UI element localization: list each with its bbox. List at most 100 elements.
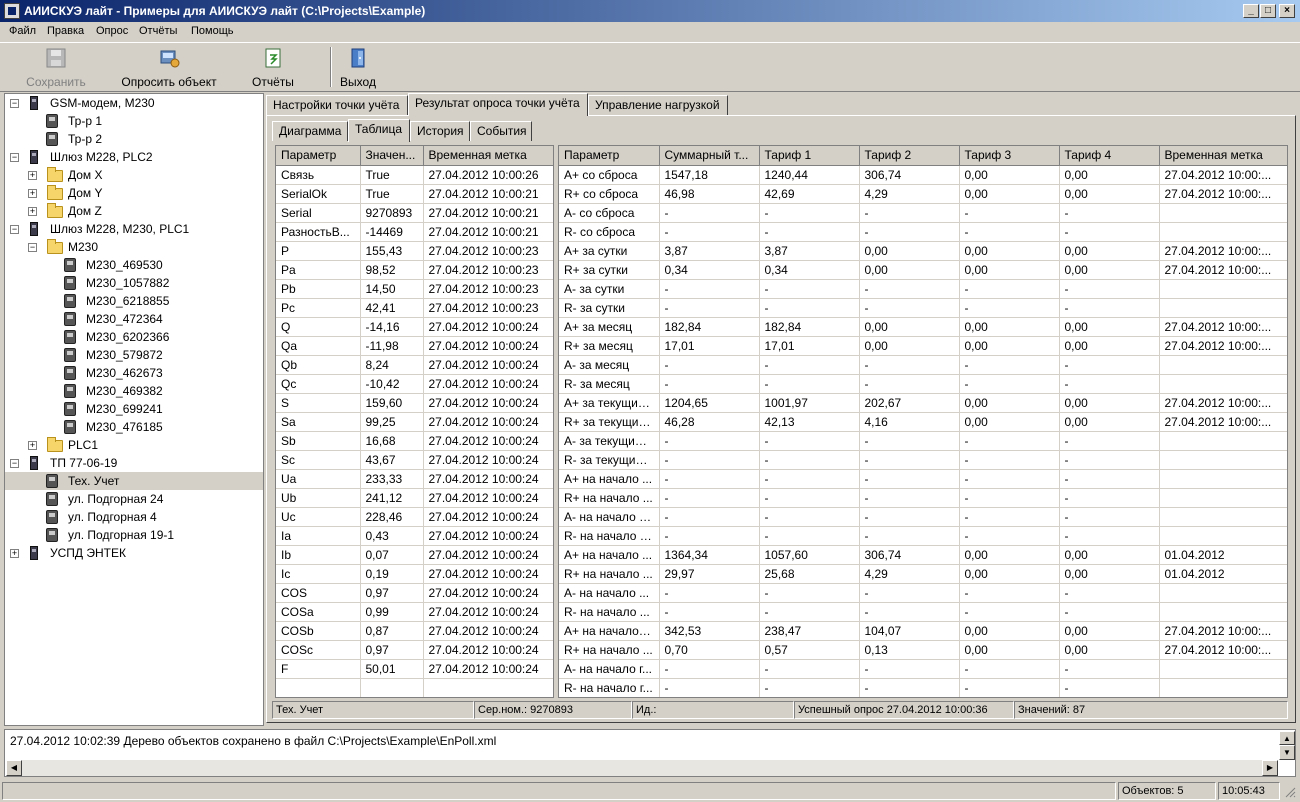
table-row[interactable]: COSc 0,97 27.04.2012 10:00:24 (276, 640, 553, 660)
table-row[interactable]: A+ на начало ... 1364,34 1057,60 306,74 0,00… (559, 545, 1287, 565)
table-row[interactable]: R- со сброса - - - - - (559, 222, 1287, 242)
table-row[interactable]: Serial 9270893 27.04.2012 10:00:21 (276, 203, 553, 223)
maximize-button[interactable]: □ (1260, 4, 1276, 18)
menu-file[interactable]: Файл (9, 25, 36, 37)
tree-node-house-z[interactable]: + Дом Z (5, 202, 263, 220)
tree-node-meter[interactable]: ул. Подгорная 24 (5, 490, 263, 508)
table-row[interactable] (276, 678, 553, 697)
right-column-header[interactable]: Тариф 2 (859, 146, 960, 166)
table-row[interactable]: Qb 8,24 27.04.2012 10:00:24 (276, 355, 553, 375)
tree-node-meter[interactable]: ул. Подгорная 4 (5, 508, 263, 526)
close-button[interactable]: × (1279, 4, 1295, 18)
collapse-icon[interactable]: − (28, 243, 37, 252)
tree-node-meter[interactable]: M230_469382 (5, 382, 263, 400)
tree-node-meter[interactable]: M230_6202366 (5, 328, 263, 346)
table-row[interactable]: Uc 228,46 27.04.2012 10:00:24 (276, 507, 553, 527)
left-column-header[interactable]: Параметр (276, 146, 361, 166)
table-row[interactable]: COSb 0,87 27.04.2012 10:00:24 (276, 621, 553, 641)
menu-reports[interactable]: Отчёты (139, 25, 177, 37)
table-row[interactable]: F 50,01 27.04.2012 10:00:24 (276, 659, 553, 679)
tab-diagram[interactable]: Диаграмма (272, 121, 348, 141)
scroll-right-icon[interactable]: ▶ (1262, 760, 1278, 776)
table-row[interactable]: COSa 0,99 27.04.2012 10:00:24 (276, 602, 553, 622)
menu-poll[interactable]: Опрос (96, 25, 128, 37)
minimize-button[interactable]: _ (1243, 4, 1259, 18)
tree-node-gateway-plc2[interactable]: − Шлюз M228, PLC2 (5, 148, 263, 166)
table-row[interactable]: R- за месяц - - - - - (559, 374, 1287, 394)
collapse-icon[interactable]: − (10, 225, 19, 234)
table-row[interactable]: R+ со сброса 46,98 42,69 4,29 0,00 0,00 27.04.… (559, 184, 1287, 204)
table-row[interactable]: SerialOk True 27.04.2012 10:00:21 (276, 184, 553, 204)
resize-grip-icon[interactable] (1284, 786, 1296, 798)
tree-node-transformer-2[interactable]: Тр-р 2 (5, 130, 263, 148)
table-row[interactable]: R+ за месяц 17,01 17,01 0,00 0,00 0,00 27.04.2… (559, 336, 1287, 356)
table-row[interactable]: Sb 16,68 27.04.2012 10:00:24 (276, 431, 553, 451)
exit-button[interactable]: Выход (336, 45, 380, 89)
table-row[interactable]: A- за текущий г... - - - - - (559, 431, 1287, 451)
tree-node-meter[interactable]: M230_699241 (5, 400, 263, 418)
save-button[interactable]: Сохранить (20, 45, 92, 89)
tree-node-tech-accounting[interactable]: Тех. Учет (5, 472, 263, 490)
tree-node-gateway-plc1[interactable]: − Шлюз M228, M230, PLC1 (5, 220, 263, 238)
tab-poll-result[interactable]: Результат опроса точки учёта (408, 93, 588, 116)
expand-icon[interactable]: + (28, 441, 37, 450)
tree-node-meter[interactable]: M230_476185 (5, 418, 263, 436)
table-row[interactable]: РазностьВ... -14469 27.04.2012 10:00:21 (276, 222, 553, 242)
table-row[interactable]: A- со сброса - - - - - (559, 203, 1287, 223)
table-row[interactable]: S 159,60 27.04.2012 10:00:24 (276, 393, 553, 413)
table-row[interactable]: Ic 0,19 27.04.2012 10:00:24 (276, 564, 553, 584)
collapse-icon[interactable]: − (10, 99, 19, 108)
tab-history[interactable]: История (410, 121, 470, 141)
scroll-down-icon[interactable]: ▼ (1279, 745, 1295, 760)
tree-node-meter[interactable]: M230_6218855 (5, 292, 263, 310)
tab-load-control[interactable]: Управление нагрузкой (588, 95, 728, 115)
table-row[interactable]: R+ на начало ... 0,70 0,57 0,13 0,00 0,00 27.0… (559, 640, 1287, 660)
log-vertical-scrollbar[interactable]: ▲ ▼ (1279, 731, 1295, 760)
collapse-icon[interactable]: − (10, 153, 19, 162)
table-row[interactable]: R+ на начало ... 29,97 25,68 4,29 0,00 0,00 01… (559, 564, 1287, 584)
table-row[interactable]: R- на начало с... - - - - - (559, 526, 1287, 546)
collapse-icon[interactable]: − (10, 459, 19, 468)
menu-edit[interactable]: Правка (47, 25, 84, 37)
table-row[interactable]: R- на начало г... - - - - - (559, 678, 1287, 697)
table-row[interactable]: A- за месяц - - - - - (559, 355, 1287, 375)
tab-table[interactable]: Таблица (348, 119, 410, 142)
right-column-header[interactable]: Суммарный т... (659, 146, 760, 166)
table-row[interactable]: Ib 0,07 27.04.2012 10:00:24 (276, 545, 553, 565)
table-row[interactable]: R- за сутки - - - - - (559, 298, 1287, 318)
table-row[interactable]: Ub 241,12 27.04.2012 10:00:24 (276, 488, 553, 508)
table-row[interactable]: Qc -10,42 27.04.2012 10:00:24 (276, 374, 553, 394)
table-row[interactable]: Pa 98,52 27.04.2012 10:00:23 (276, 260, 553, 280)
table-row[interactable]: R+ за текущий ... 46,28 42,13 4,16 0,00 0,00 2… (559, 412, 1287, 432)
tree-node-meter[interactable]: M230_462673 (5, 364, 263, 382)
expand-icon[interactable]: + (10, 549, 19, 558)
table-row[interactable]: R+ на начало ... - - - - - (559, 488, 1287, 508)
table-row[interactable]: R- за текущий ... - - - - - (559, 450, 1287, 470)
table-row[interactable]: Q -14,16 27.04.2012 10:00:24 (276, 317, 553, 337)
poll-object-button[interactable]: Опросить объект (116, 45, 222, 89)
tab-meter-settings[interactable]: Настройки точки учёта (266, 95, 408, 115)
tree-node-plc1-folder[interactable]: + PLC1 (5, 436, 263, 454)
tree-node-substation[interactable]: − ТП 77-06-19 (5, 454, 263, 472)
table-row[interactable]: P 155,43 27.04.2012 10:00:23 (276, 241, 553, 261)
expand-icon[interactable]: + (28, 189, 37, 198)
table-row[interactable]: R+ за сутки 0,34 0,34 0,00 0,00 0,00 27.04.201… (559, 260, 1287, 280)
tree-node-gsm-modem[interactable]: − GSM-модем, M230 (5, 94, 263, 112)
table-row[interactable]: Ia 0,43 27.04.2012 10:00:24 (276, 526, 553, 546)
table-row[interactable]: A- на начало ... - - - - - (559, 583, 1287, 603)
right-column-header[interactable]: Тариф 1 (759, 146, 860, 166)
expand-icon[interactable]: + (28, 171, 37, 180)
tree-node-house-x[interactable]: + Дом X (5, 166, 263, 184)
table-row[interactable]: A- на начало с... - - - - - (559, 507, 1287, 527)
tree-node-meter[interactable]: ул. Подгорная 19-1 (5, 526, 263, 544)
reports-button[interactable]: Отчёты (248, 45, 298, 89)
tree-node-meter[interactable]: M230_1057882 (5, 274, 263, 292)
tree-node-m230-folder[interactable]: − M230 (5, 238, 263, 256)
tree-node-meter[interactable]: M230_469530 (5, 256, 263, 274)
table-row[interactable]: Pc 42,41 27.04.2012 10:00:23 (276, 298, 553, 318)
table-row[interactable]: A+ со сброса 1547,18 1240,44 306,74 0,00 0,00… (559, 165, 1287, 185)
tree-node-transformer-1[interactable]: Тр-р 1 (5, 112, 263, 130)
tree-node-meter[interactable]: M230_579872 (5, 346, 263, 364)
tree-node-house-y[interactable]: + Дом Y (5, 184, 263, 202)
right-column-header[interactable]: Параметр (559, 146, 660, 166)
